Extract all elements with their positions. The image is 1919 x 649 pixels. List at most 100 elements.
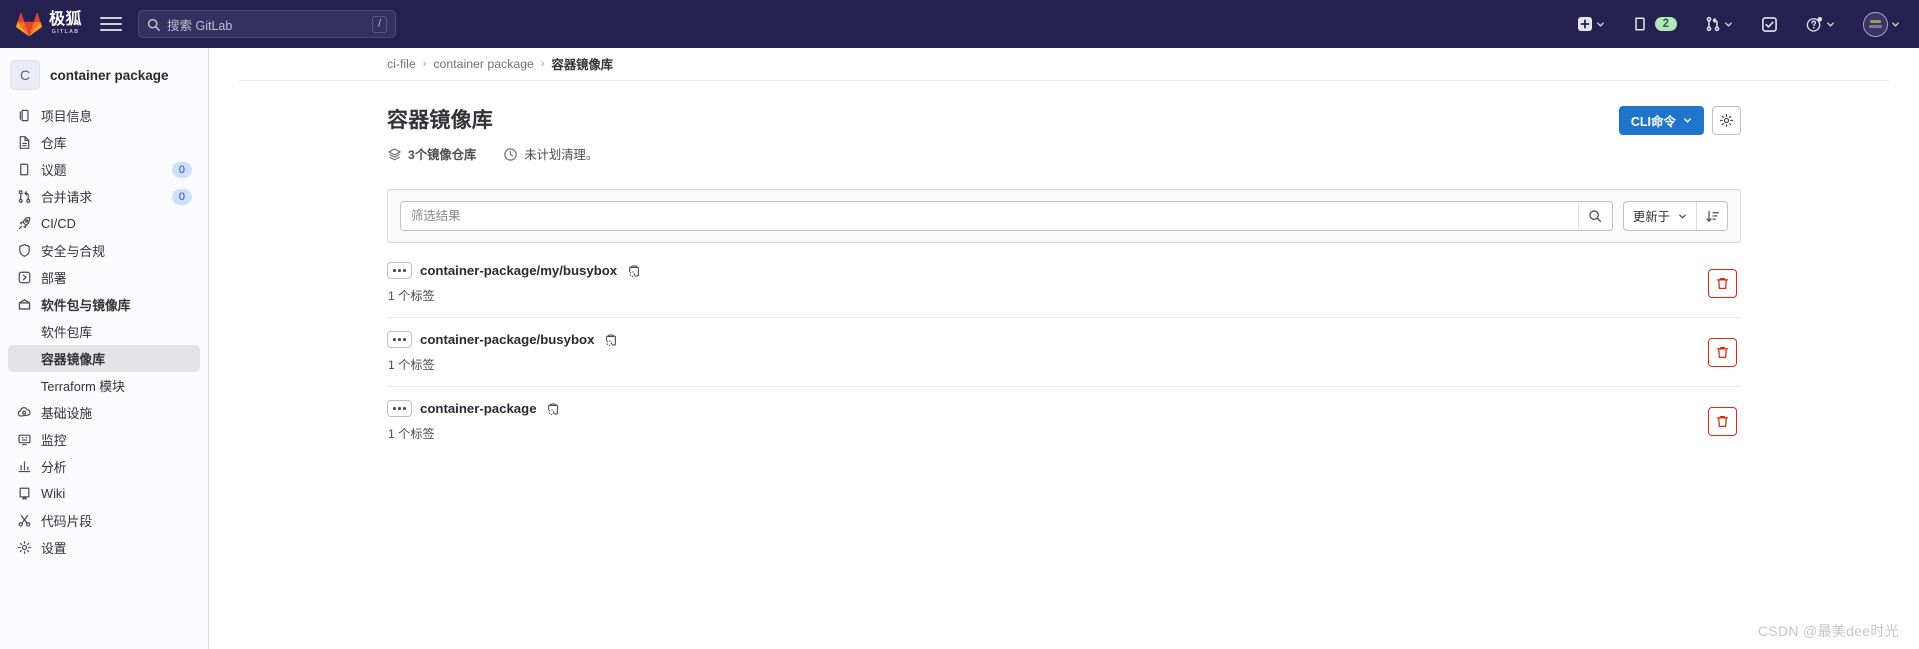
sidebar-item-label: 分析 — [41, 460, 67, 475]
sidebar-item-badge: 0 — [171, 188, 192, 205]
page-container: 容器镜像库 3个镜像仓库 未计划清理。 CLI命令 筛选结果 更新于 conta… — [239, 81, 1889, 455]
filter-search-button[interactable] — [1577, 202, 1612, 230]
breadcrumb-item-current[interactable]: 容器镜像库 — [552, 55, 614, 73]
sidebar-item-label: 合并请求 — [41, 190, 93, 205]
hamburger-line — [100, 29, 123, 31]
project-name: container package — [50, 67, 169, 83]
sidebar-item-snippets[interactable]: 代码片段 — [8, 507, 200, 534]
ellipsis-badge-icon — [387, 262, 412, 279]
delete-repository-button[interactable] — [1708, 337, 1737, 367]
todos-button[interactable] — [1756, 12, 1783, 37]
cli-commands-button[interactable]: CLI命令 — [1618, 106, 1704, 135]
sidebar-item-packages-registries[interactable]: 软件包与镜像库 — [8, 291, 200, 318]
issues-count-badge: 2 — [1654, 17, 1677, 31]
copy-image-path-button[interactable] — [545, 400, 562, 417]
hamburger-line — [100, 23, 123, 25]
rocket-icon — [16, 216, 32, 232]
sidebar-subitem-terraform-modules[interactable]: Terraform 模块 — [8, 372, 200, 399]
table-row[interactable]: container-package 1 个标签 — [387, 387, 1741, 455]
repository-name-link[interactable]: container-package/busybox — [420, 332, 594, 347]
sidebar-item-label: 代码片段 — [41, 514, 93, 529]
cleanup-policy-text: 未计划清理。 — [524, 148, 599, 162]
sidebar-project-header[interactable]: C container package — [8, 56, 200, 94]
sidebar-item-infrastructure[interactable]: 基础设施 — [8, 399, 200, 426]
sidebar-item-settings[interactable]: 设置 — [8, 534, 200, 561]
sidebar-item-cicd[interactable]: CI/CD — [8, 210, 200, 237]
sidebar-item-deployments[interactable]: 部署 — [8, 264, 200, 291]
breadcrumb: ci-file › container package › 容器镜像库 — [239, 48, 1889, 81]
sidebar-subitem-label: Terraform 模块 — [41, 379, 125, 394]
sidebar-item-label: 设置 — [41, 541, 67, 556]
sidebar-item-label: 软件包与镜像库 — [41, 298, 131, 313]
copy-image-path-button[interactable] — [625, 262, 642, 279]
main-menu-toggle[interactable] — [100, 13, 123, 35]
breadcrumb-item-project[interactable]: container package — [433, 57, 534, 71]
repository-info: container-package 1 个标签 — [387, 400, 1708, 442]
gear-icon — [1719, 113, 1734, 128]
sidebar-item-label: 议题 — [41, 163, 67, 178]
clipboard-copy-icon — [548, 403, 558, 415]
search-box[interactable]: 搜索 GitLab / — [138, 10, 397, 38]
user-menu-button[interactable] — [1858, 8, 1905, 41]
delete-repository-button[interactable] — [1708, 268, 1737, 298]
chevron-down-icon — [1684, 118, 1691, 123]
create-new-button[interactable] — [1572, 12, 1610, 36]
chevron-down-icon — [1679, 214, 1686, 218]
sidebar-item-project-information[interactable]: 项目信息 — [8, 102, 200, 129]
gitlab-logo[interactable]: 极狐 GITLAB — [16, 12, 82, 37]
repository-tag-count: 1 个标签 — [388, 427, 435, 441]
repository-icon — [16, 135, 32, 151]
registry-settings-button[interactable] — [1712, 106, 1741, 135]
sidebar-item-issues[interactable]: 议题 0 — [8, 156, 200, 183]
sidebar-item-security-compliance[interactable]: 安全与合规 — [8, 237, 200, 264]
sidebar-item-badge: 0 — [171, 161, 192, 178]
ellipsis-badge-icon — [387, 331, 412, 348]
hamburger-line — [100, 17, 123, 19]
deployments-icon — [16, 270, 32, 286]
trash-icon — [1716, 277, 1729, 289]
sidebar-subitem-package-registry[interactable]: 软件包库 — [8, 318, 200, 345]
merge-requests-button[interactable] — [1700, 12, 1738, 36]
help-button[interactable] — [1801, 12, 1840, 37]
page-title: 容器镜像库 — [387, 109, 493, 132]
issues-button[interactable]: 2 — [1628, 12, 1682, 36]
sidebar-item-repository[interactable]: 仓库 — [8, 129, 200, 156]
repository-name-link[interactable]: container-package/my/busybox — [420, 263, 617, 278]
sidebar-item-label: 项目信息 — [41, 109, 93, 124]
breadcrumb-separator-icon: › — [540, 58, 545, 70]
breadcrumb-item-group[interactable]: ci-file — [387, 57, 416, 71]
page-body: C container package 项目信息 仓库 议题 0 合并请求 0 … — [0, 48, 1919, 649]
cleanup-policy-meta: 未计划清理。 — [503, 145, 598, 163]
repository-info: container-package/busybox 1 个标签 — [387, 331, 1708, 373]
project-sidebar: C container package 项目信息 仓库 议题 0 合并请求 0 … — [0, 48, 209, 649]
delete-repository-button[interactable] — [1708, 406, 1737, 436]
table-row[interactable]: container-package/my/busybox 1 个标签 — [387, 249, 1741, 318]
sidebar-item-monitor[interactable]: 监控 — [8, 426, 200, 453]
sort-field-dropdown[interactable]: 更新于 — [1624, 202, 1696, 230]
sidebar-item-wiki[interactable]: Wiki — [8, 480, 200, 507]
search-icon — [147, 18, 160, 31]
trash-icon — [1716, 346, 1729, 358]
sidebar-item-merge-requests[interactable]: 合并请求 0 — [8, 183, 200, 210]
search-placeholder: 搜索 GitLab — [167, 18, 233, 33]
package-icon — [16, 297, 32, 313]
sidebar-item-analytics[interactable]: 分析 — [8, 453, 200, 480]
todo-checkbox-icon — [1762, 16, 1777, 32]
repository-title-line: container-package — [387, 400, 1708, 417]
issues-icon — [1634, 17, 1645, 31]
sidebar-subitem-container-registry[interactable]: 容器镜像库 — [8, 345, 200, 372]
copy-image-path-button[interactable] — [602, 331, 619, 348]
sidebar-subitem-label: 软件包库 — [41, 325, 93, 340]
table-row[interactable]: container-package/busybox 1 个标签 — [387, 318, 1741, 387]
container-repository-list: container-package/my/busybox 1 个标签 conta… — [387, 249, 1741, 455]
filter-input[interactable] — [401, 202, 1578, 230]
brand-wordmark: 极狐 GITLAB — [49, 12, 82, 36]
sidebar-subitem-label: 容器镜像库 — [41, 352, 105, 367]
page-header: 容器镜像库 3个镜像仓库 未计划清理。 CLI命令 — [387, 81, 1741, 163]
cli-commands-label: CLI命令 — [1630, 115, 1676, 129]
brand-name-sub: GITLAB — [51, 29, 80, 36]
merge-request-icon — [16, 189, 32, 205]
repository-name-link[interactable]: container-package — [420, 401, 537, 416]
sort-direction-button[interactable] — [1696, 202, 1727, 230]
fox-logo-icon — [16, 12, 42, 36]
